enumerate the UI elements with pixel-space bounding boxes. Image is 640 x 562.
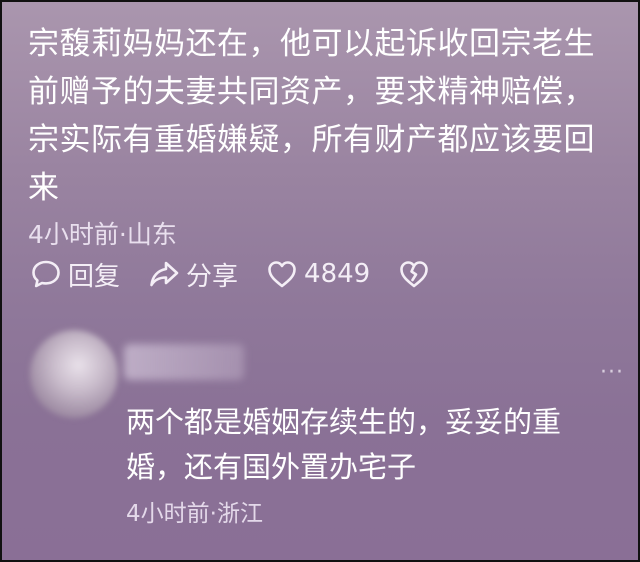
main-comment: 宗馥莉妈妈还在，他可以起诉收回宗老生前赠予的夫妻共同资产，要求精神赔偿，宗实际有… xyxy=(28,20,618,252)
comment-card: 宗馥莉妈妈还在，他可以起诉收回宗老生前赠予的夫妻共同资产，要求精神赔偿，宗实际有… xyxy=(0,0,640,562)
dislike-button[interactable] xyxy=(398,258,430,290)
more-options-button[interactable]: ··· xyxy=(600,360,624,385)
share-arrow-icon xyxy=(150,261,179,287)
username-blurred[interactable] xyxy=(124,344,244,380)
reply-body: 两个都是婚姻存续生的，妥妥的重婚，还有国外置办宅子 4小时前·浙江 xyxy=(126,400,596,530)
reply-comment: ··· 两个都是婚姻存续生的，妥妥的重婚，还有国外置办宅子 4小时前·浙江 xyxy=(2,322,638,560)
reply-button[interactable]: 回复 xyxy=(30,256,120,293)
main-comment-text: 宗馥莉妈妈还在，他可以起诉收回宗老生前赠予的夫妻共同资产，要求精神赔偿，宗实际有… xyxy=(28,26,595,206)
action-bar: 回复 分享 4849 xyxy=(30,254,458,294)
share-button-label: 分享 xyxy=(186,261,239,292)
broken-heart-icon xyxy=(400,261,429,288)
speech-bubble-icon xyxy=(32,260,60,288)
like-button[interactable]: 4849 xyxy=(266,258,370,290)
main-comment-meta: 4小时前·山东 xyxy=(28,220,177,249)
share-button[interactable]: 分享 xyxy=(148,256,238,293)
like-count: 4849 xyxy=(304,259,371,289)
heart-icon xyxy=(268,261,296,288)
reply-button-label: 回复 xyxy=(68,261,121,292)
reply-text: 两个都是婚姻存续生的，妥妥的重婚，还有国外置办宅子 xyxy=(126,405,562,484)
reply-meta: 4小时前·浙江 xyxy=(126,501,263,527)
avatar[interactable] xyxy=(30,330,118,418)
